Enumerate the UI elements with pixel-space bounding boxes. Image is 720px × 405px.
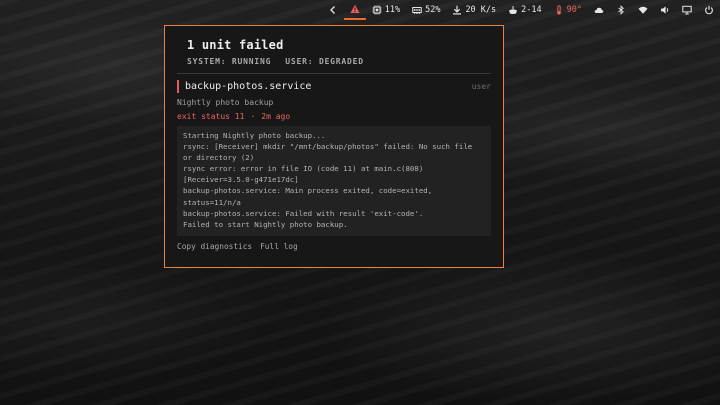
divider [177,73,491,74]
network-value: 20 K/s [465,5,497,15]
full-log-button[interactable]: Full log [260,242,298,251]
updates-indicator[interactable]: 2-14 [502,0,547,20]
display-indicator[interactable] [676,0,698,20]
log-line: Starting Nightly photo backup... [183,131,326,140]
memory-indicator[interactable]: 52% [406,0,446,20]
weather-indicator[interactable] [588,0,610,20]
volume-indicator[interactable] [654,0,676,20]
power-icon [705,5,713,15]
failed-unit-header[interactable]: backup-photos.service user [177,80,491,93]
failed-units-popup: 1 unit failed SYSTEM: RUNNING USER: DEGR… [164,25,504,268]
popup-title: 1 unit failed [187,38,284,52]
volume-icon [661,6,669,14]
failed-units-indicator[interactable] [343,0,366,20]
unit-exit-status: exit status 11 · 2m ago [177,112,491,121]
temperature-indicator[interactable]: 90° [548,0,588,20]
unit-name: backup-photos.service [177,80,311,93]
system-status-line: SYSTEM: RUNNING USER: DEGRADED [187,57,491,66]
cpu-indicator[interactable]: 11% [366,0,406,20]
updates-value: 2-14 [521,5,542,15]
status-bar: 11% 52% 20 K/s 2-14 90° [322,0,720,20]
chevron-left-icon [329,6,335,14]
system-state: SYSTEM: RUNNING [187,57,272,66]
wifi-icon [638,6,648,14]
wifi-indicator[interactable] [632,0,654,20]
warning-icon [350,4,360,13]
log-line: rsync error: error in file IO (code 11) … [183,164,428,185]
unit-description: Nightly photo backup [177,98,274,107]
cpu-icon [372,5,382,15]
network-indicator[interactable]: 20 K/s [446,0,502,20]
cpu-value: 11% [384,5,401,15]
monitor-icon [682,5,692,15]
unit-scope-badge: user [471,82,491,91]
user-state: USER: DEGRADED [285,57,364,66]
bluetooth-icon [618,5,624,15]
download-icon [453,5,462,15]
bluetooth-indicator[interactable] [610,0,632,20]
status-separator: · [250,112,256,121]
log-line: backup-photos.service: Main process exit… [183,186,437,207]
power-button[interactable] [698,0,720,20]
memory-value: 52% [425,5,441,15]
popup-actions: Copy diagnostics Full log [177,242,491,251]
log-line: Failed to start Nightly photo backup. [183,219,348,229]
memory-icon [412,7,422,14]
thermometer-icon [556,5,561,15]
cloud-icon [594,7,604,13]
time-ago: 2m ago [261,112,291,121]
exit-status-text: exit status 11 [177,112,245,121]
log-line: backup-photos.service: Failed with resul… [183,208,424,218]
journal-log[interactable]: Starting Nightly photo backup... rsync: … [177,126,491,236]
log-line: rsync: [Receiver] mkdir "/mnt/backup/pho… [183,142,477,163]
package-icon [509,6,518,14]
temperature-value: 90° [566,5,582,15]
copy-diagnostics-button[interactable]: Copy diagnostics [177,242,252,251]
collapse-tray-button[interactable] [322,0,344,20]
